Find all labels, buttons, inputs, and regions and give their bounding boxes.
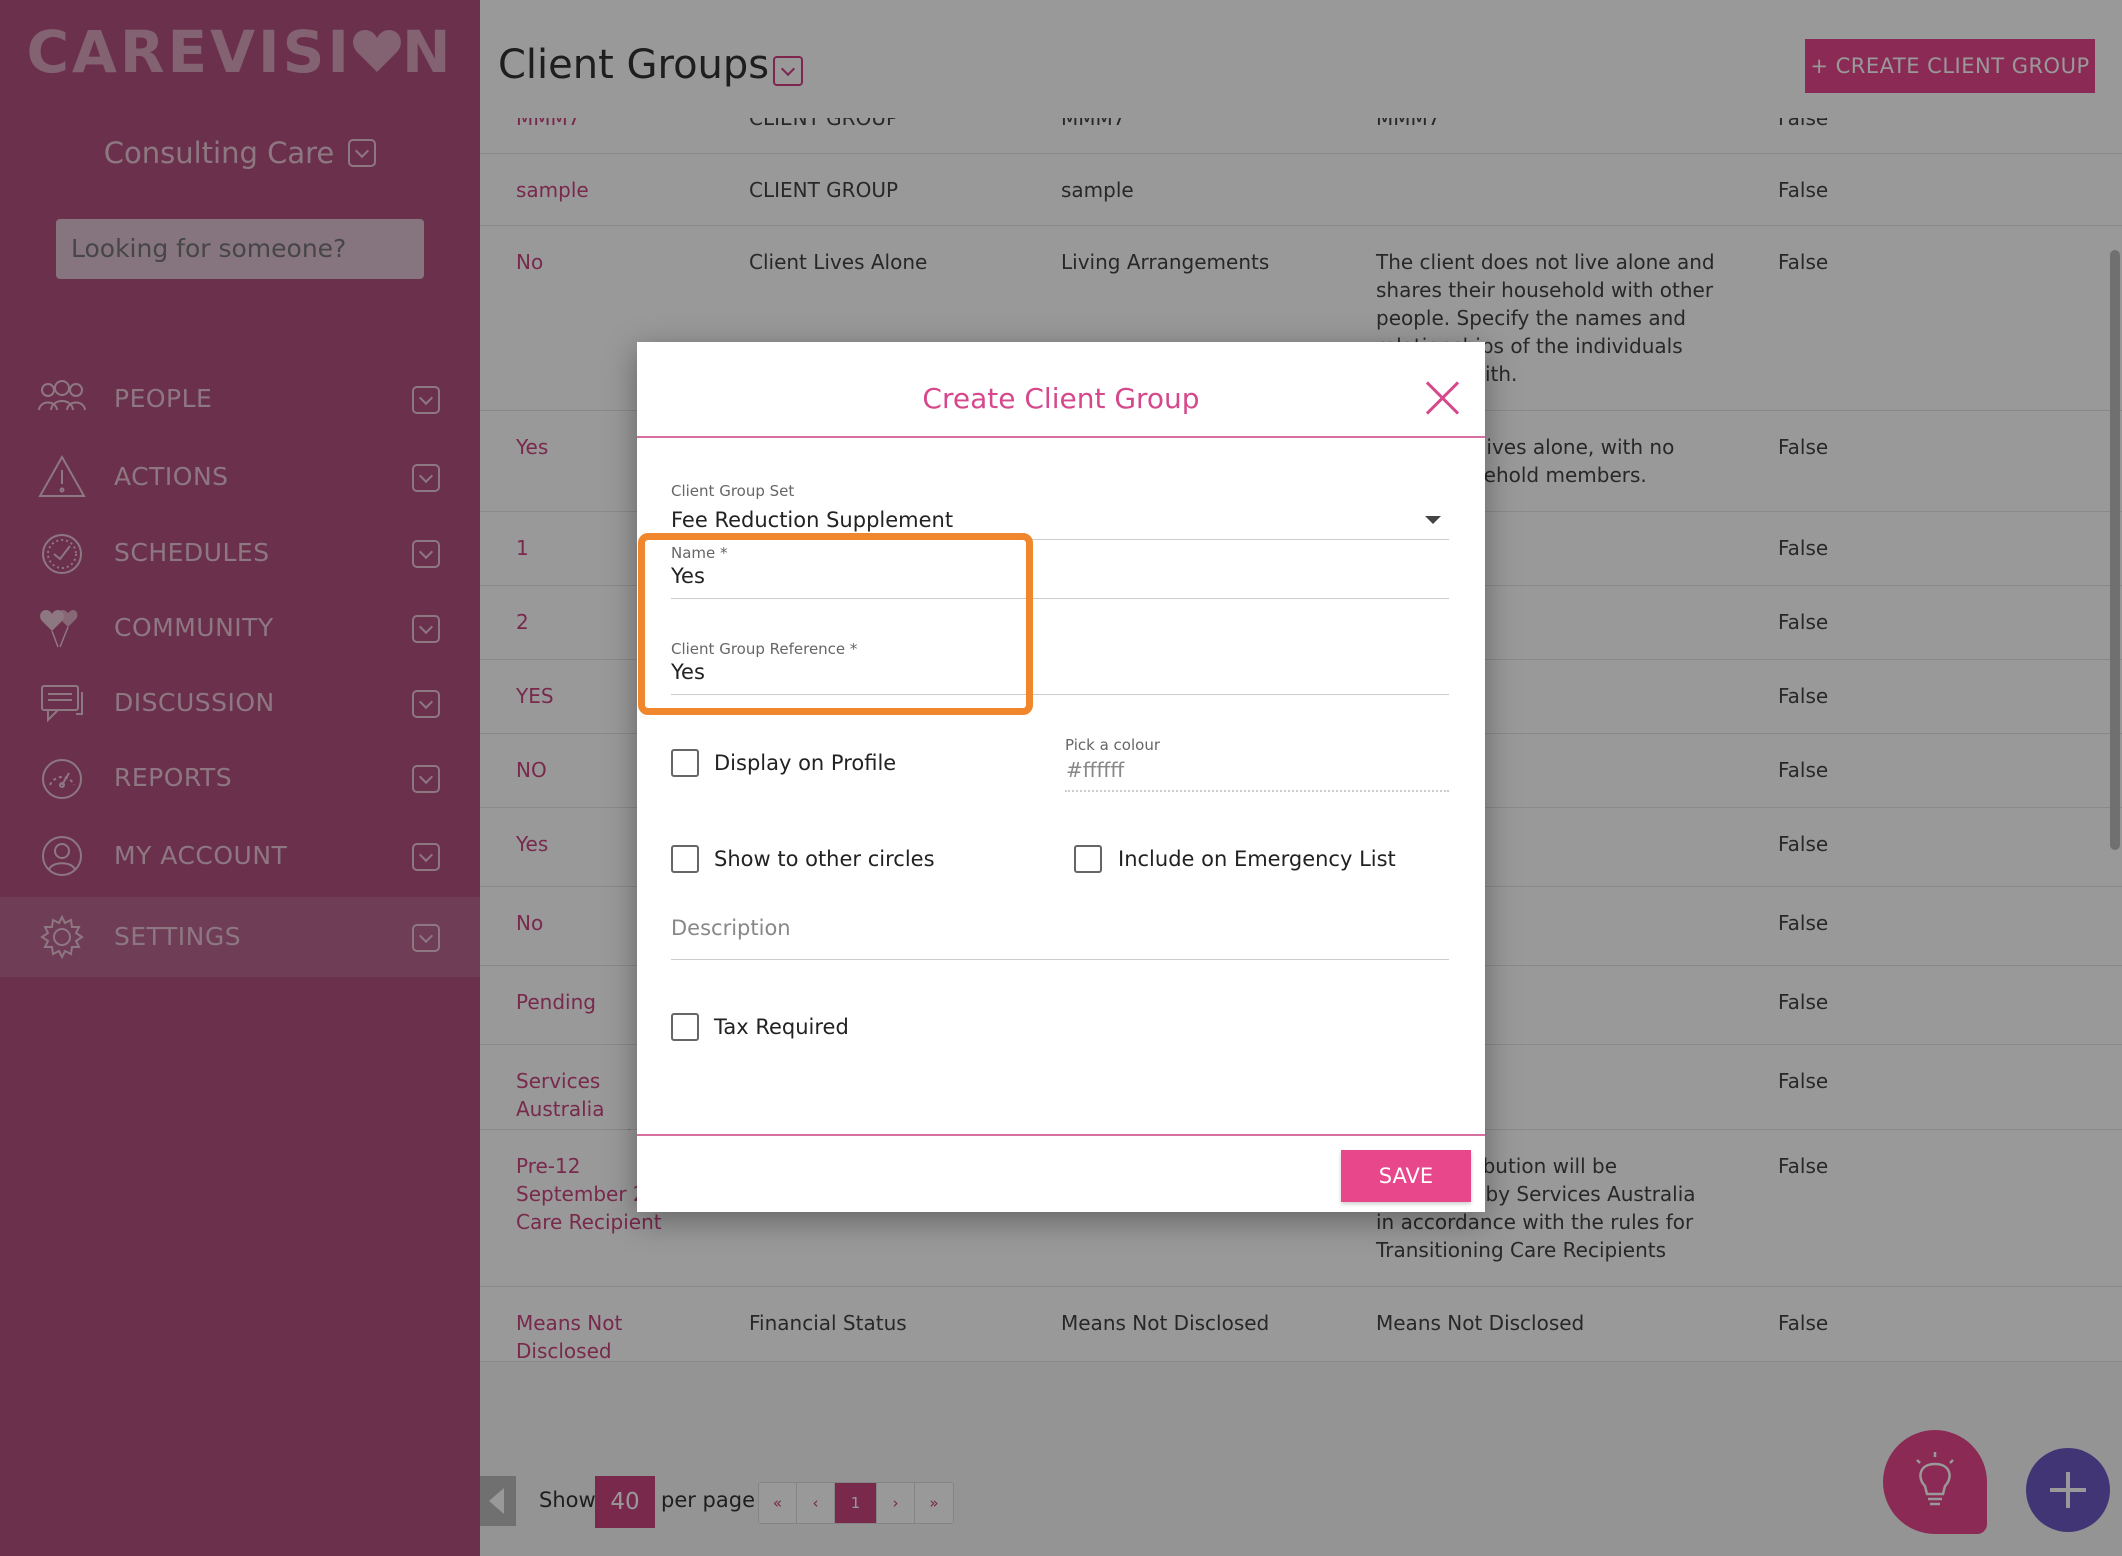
annotation-highlight-box [638,533,1033,715]
divider [671,959,1449,960]
checkbox-label: Tax Required [714,1015,849,1039]
description-placeholder: Description [671,916,791,940]
tax-required-checkbox[interactable] [671,1013,699,1041]
checkbox-label: Include on Emergency List [1118,847,1396,871]
show-to-other-circles-checkbox[interactable] [671,845,699,873]
field-value: Fee Reduction Supplement [671,508,954,532]
colour-value: #ffffff [1066,758,1125,782]
create-client-group-dialog: Create Client Group Client Group Set Fee… [637,342,1485,1212]
dropdown-caret-icon [1425,516,1441,524]
dialog-title: Create Client Group [922,382,1200,415]
checkbox-label: Display on Profile [714,751,897,775]
checkbox-label: Show to other circles [714,847,935,871]
field-label: Pick a colour [1065,736,1160,754]
close-icon[interactable] [1425,380,1461,416]
display-on-profile-checkbox[interactable] [671,749,699,777]
dialog-footer-divider [637,1134,1485,1136]
divider [1065,790,1449,792]
save-button[interactable]: SAVE [1341,1150,1471,1202]
include-emergency-list-checkbox[interactable] [1074,845,1102,873]
dialog-header: Create Client Group [637,342,1485,438]
field-label: Client Group Set [671,482,795,500]
